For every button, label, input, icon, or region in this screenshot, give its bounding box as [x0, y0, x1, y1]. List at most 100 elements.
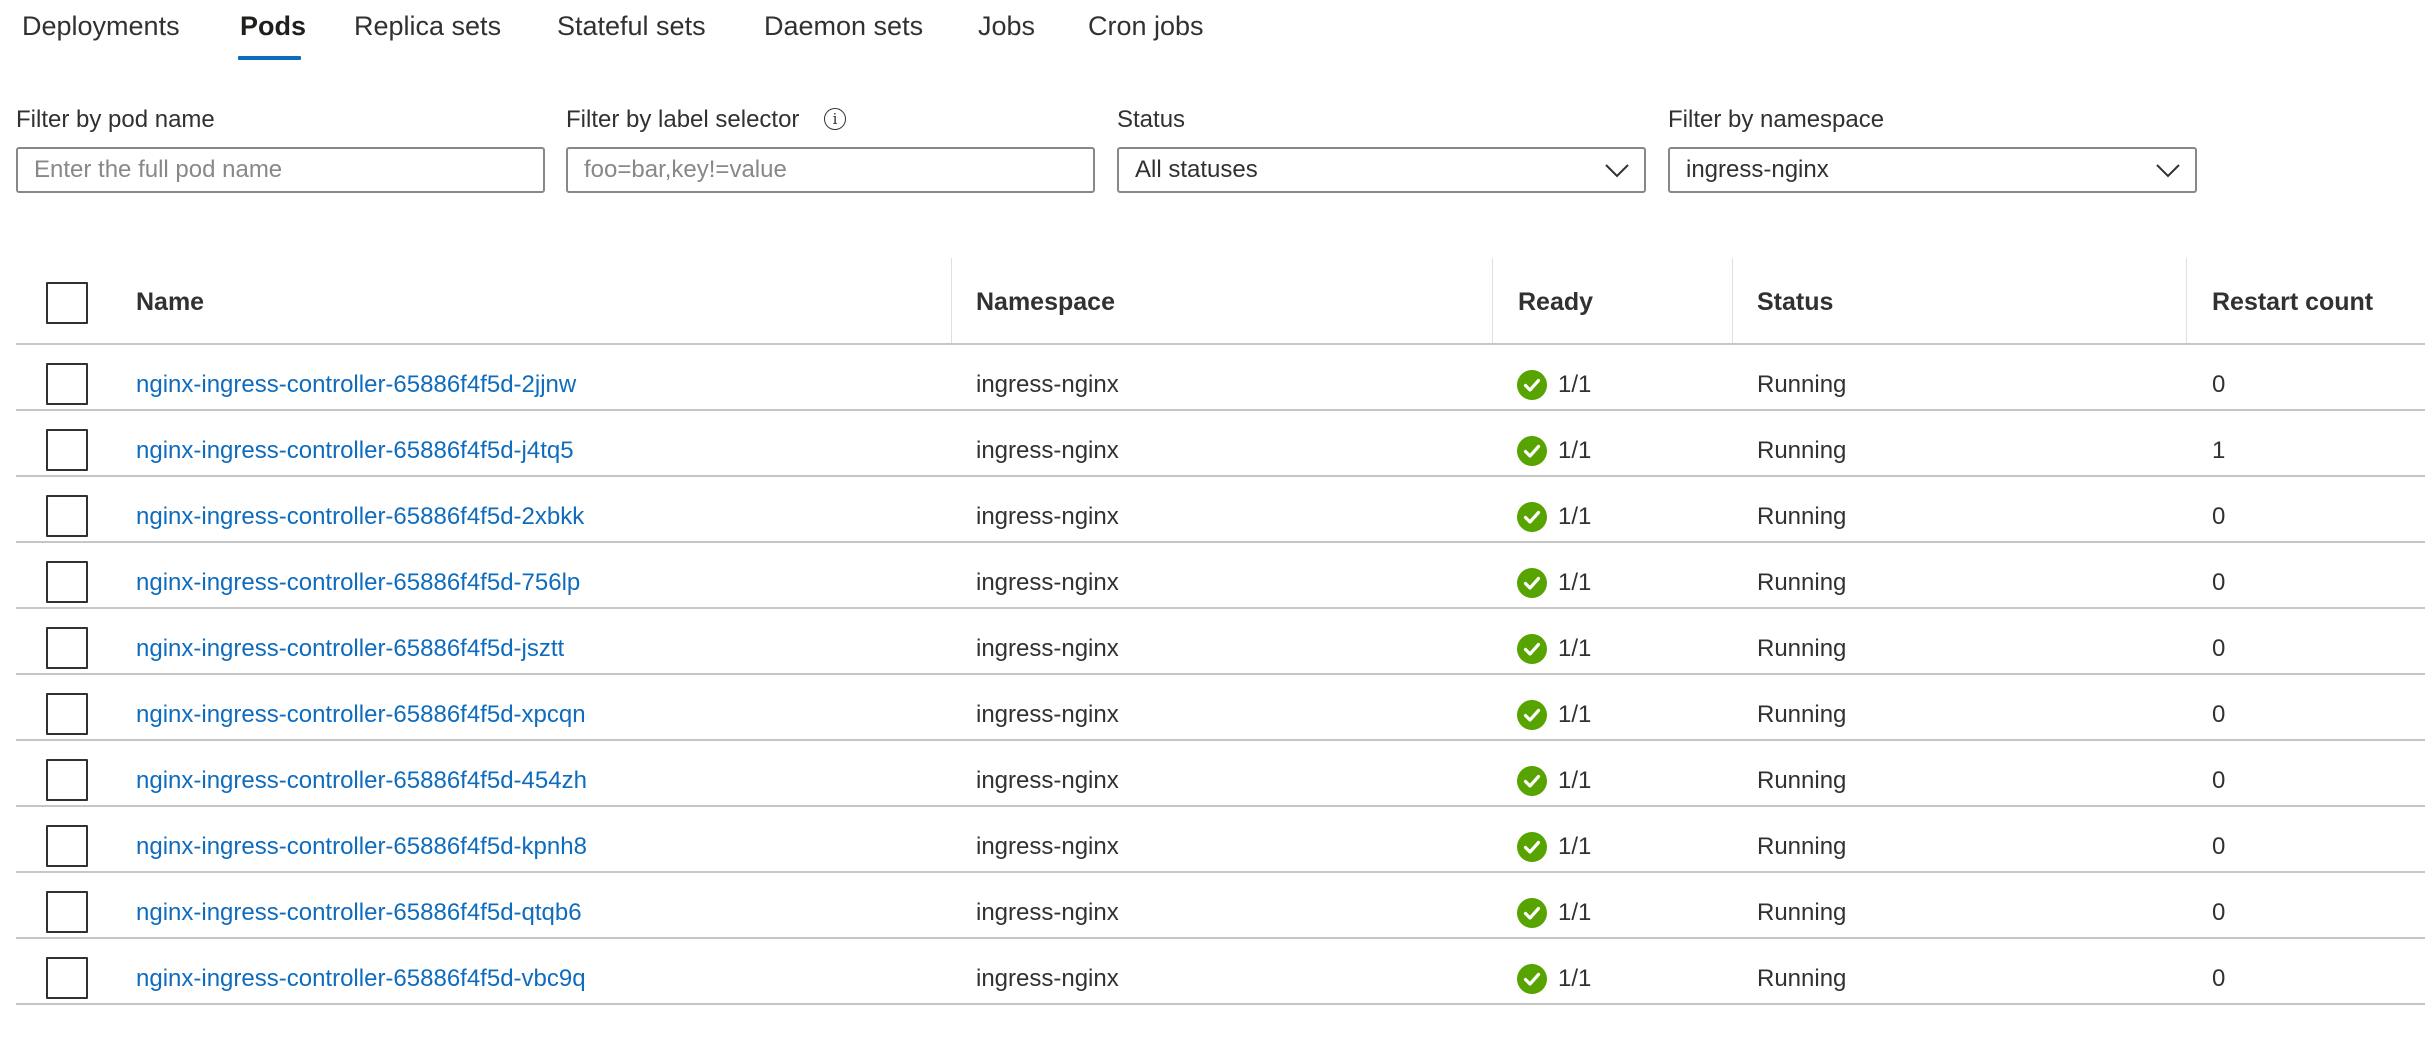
- table-row[interactable]: nginx-ingress-controller-65886f4f5d-jszt…: [0, 609, 2425, 675]
- row-checkbox[interactable]: [46, 759, 88, 801]
- select-all-checkbox[interactable]: [46, 282, 88, 324]
- pod-name-link[interactable]: nginx-ingress-controller-65886f4f5d-kpnh…: [136, 827, 587, 867]
- ready-cell: 1/1: [1558, 371, 1592, 398]
- column-divider[interactable]: [1732, 258, 1733, 344]
- namespace-dropdown[interactable]: ingress-nginx: [1668, 147, 2197, 193]
- status-dropdown[interactable]: All statuses: [1117, 147, 1646, 193]
- check-circle-icon: [1517, 832, 1547, 862]
- table-row[interactable]: nginx-ingress-controller-65886f4f5d-j4tq…: [0, 411, 2425, 477]
- row-checkbox[interactable]: [46, 429, 88, 471]
- check-circle-icon: [1517, 568, 1547, 598]
- table-row[interactable]: nginx-ingress-controller-65886f4f5d-qtqb…: [0, 873, 2425, 939]
- pod-name-link[interactable]: nginx-ingress-controller-65886f4f5d-jszt…: [136, 629, 564, 669]
- column-divider[interactable]: [2186, 258, 2187, 344]
- namespace-cell: ingress-nginx: [976, 899, 1119, 926]
- ready-cell: 1/1: [1558, 635, 1592, 662]
- row-checkbox[interactable]: [46, 891, 88, 933]
- status-cell: Running: [1757, 371, 1847, 398]
- tab-jobs[interactable]: Jobs: [978, 8, 1035, 44]
- tab-deployments[interactable]: Deployments: [22, 8, 180, 44]
- restart-count-cell: 0: [2212, 899, 2226, 926]
- table-row[interactable]: nginx-ingress-controller-65886f4f5d-xpcq…: [0, 675, 2425, 741]
- info-icon[interactable]: i: [824, 108, 846, 130]
- namespace-cell: ingress-nginx: [976, 569, 1119, 596]
- ready-cell: 1/1: [1558, 569, 1592, 596]
- ready-cell: 1/1: [1558, 701, 1592, 728]
- chevron-down-icon: [2156, 164, 2180, 178]
- status-cell: Running: [1757, 767, 1847, 794]
- status-cell: Running: [1757, 701, 1847, 728]
- namespace-cell: ingress-nginx: [976, 833, 1119, 860]
- pod-name-link[interactable]: nginx-ingress-controller-65886f4f5d-vbc9…: [136, 959, 586, 999]
- namespace-cell: ingress-nginx: [976, 635, 1119, 662]
- row-divider: [16, 1003, 2425, 1005]
- table-row[interactable]: nginx-ingress-controller-65886f4f5d-2jjn…: [0, 345, 2425, 411]
- check-circle-icon: [1517, 964, 1547, 994]
- label-selector-filter-label: Filter by label selector: [566, 106, 800, 133]
- tab-stateful-sets[interactable]: Stateful sets: [557, 8, 706, 44]
- chevron-down-icon: [1605, 164, 1629, 178]
- check-circle-icon: [1517, 700, 1547, 730]
- column-divider[interactable]: [1492, 258, 1493, 344]
- tab-daemon-sets[interactable]: Daemon sets: [764, 8, 923, 44]
- status-cell: Running: [1757, 833, 1847, 860]
- table-row[interactable]: nginx-ingress-controller-65886f4f5d-vbc9…: [0, 939, 2425, 1005]
- restart-count-cell: 0: [2212, 503, 2226, 530]
- ready-cell: 1/1: [1558, 965, 1592, 992]
- pod-name-link[interactable]: nginx-ingress-controller-65886f4f5d-xpcq…: [136, 695, 586, 735]
- pod-name-link[interactable]: nginx-ingress-controller-65886f4f5d-2jjn…: [136, 365, 576, 405]
- pod-name-link[interactable]: nginx-ingress-controller-65886f4f5d-756l…: [136, 563, 580, 603]
- check-circle-icon: [1517, 502, 1547, 532]
- row-checkbox[interactable]: [46, 957, 88, 999]
- restart-count-cell: 0: [2212, 371, 2226, 398]
- restart-count-cell: 0: [2212, 635, 2226, 662]
- pod-name-link[interactable]: nginx-ingress-controller-65886f4f5d-j4tq…: [136, 431, 574, 471]
- namespace-filter-label: Filter by namespace: [1668, 106, 1885, 133]
- row-checkbox[interactable]: [46, 693, 88, 735]
- restart-count-cell: 1: [2212, 437, 2226, 464]
- namespace-cell: ingress-nginx: [976, 767, 1119, 794]
- restart-count-cell: 0: [2212, 833, 2226, 860]
- pod-name-link[interactable]: nginx-ingress-controller-65886f4f5d-2xbk…: [136, 497, 584, 537]
- tab-pods[interactable]: Pods: [240, 8, 306, 44]
- row-checkbox[interactable]: [46, 561, 88, 603]
- label-selector-filter: [566, 147, 1095, 193]
- row-checkbox[interactable]: [46, 495, 88, 537]
- status-cell: Running: [1757, 437, 1847, 464]
- table-row[interactable]: nginx-ingress-controller-65886f4f5d-454z…: [0, 741, 2425, 807]
- check-circle-icon: [1517, 436, 1547, 466]
- ready-cell: 1/1: [1558, 503, 1592, 530]
- pod-name-filter: [16, 147, 545, 193]
- pod-name-input[interactable]: [18, 149, 543, 191]
- column-header-name[interactable]: Name: [136, 282, 204, 322]
- column-header-namespace[interactable]: Namespace: [976, 282, 1115, 322]
- tab-cron-jobs[interactable]: Cron jobs: [1088, 8, 1204, 44]
- ready-cell: 1/1: [1558, 437, 1592, 464]
- status-cell: Running: [1757, 569, 1847, 596]
- column-header-status[interactable]: Status: [1757, 282, 1833, 322]
- column-divider[interactable]: [951, 258, 952, 344]
- status-cell: Running: [1757, 899, 1847, 926]
- row-checkbox[interactable]: [46, 627, 88, 669]
- pod-name-link[interactable]: nginx-ingress-controller-65886f4f5d-qtqb…: [136, 893, 582, 933]
- tab-replica-sets[interactable]: Replica sets: [354, 8, 501, 44]
- row-checkbox[interactable]: [46, 363, 88, 405]
- pod-name-link[interactable]: nginx-ingress-controller-65886f4f5d-454z…: [136, 761, 587, 801]
- check-circle-icon: [1517, 766, 1547, 796]
- namespace-cell: ingress-nginx: [976, 371, 1119, 398]
- status-cell: Running: [1757, 965, 1847, 992]
- restart-count-cell: 0: [2212, 701, 2226, 728]
- check-circle-icon: [1517, 634, 1547, 664]
- check-circle-icon: [1517, 370, 1547, 400]
- table-row[interactable]: nginx-ingress-controller-65886f4f5d-2xbk…: [0, 477, 2425, 543]
- restart-count-cell: 0: [2212, 569, 2226, 596]
- status-cell: Running: [1757, 503, 1847, 530]
- restart-count-cell: 0: [2212, 767, 2226, 794]
- row-checkbox[interactable]: [46, 825, 88, 867]
- ready-cell: 1/1: [1558, 767, 1592, 794]
- table-row[interactable]: nginx-ingress-controller-65886f4f5d-756l…: [0, 543, 2425, 609]
- column-header-ready[interactable]: Ready: [1518, 282, 1593, 322]
- table-row[interactable]: nginx-ingress-controller-65886f4f5d-kpnh…: [0, 807, 2425, 873]
- column-header-restart-count[interactable]: Restart count: [2212, 282, 2373, 322]
- label-selector-input[interactable]: [568, 149, 1093, 191]
